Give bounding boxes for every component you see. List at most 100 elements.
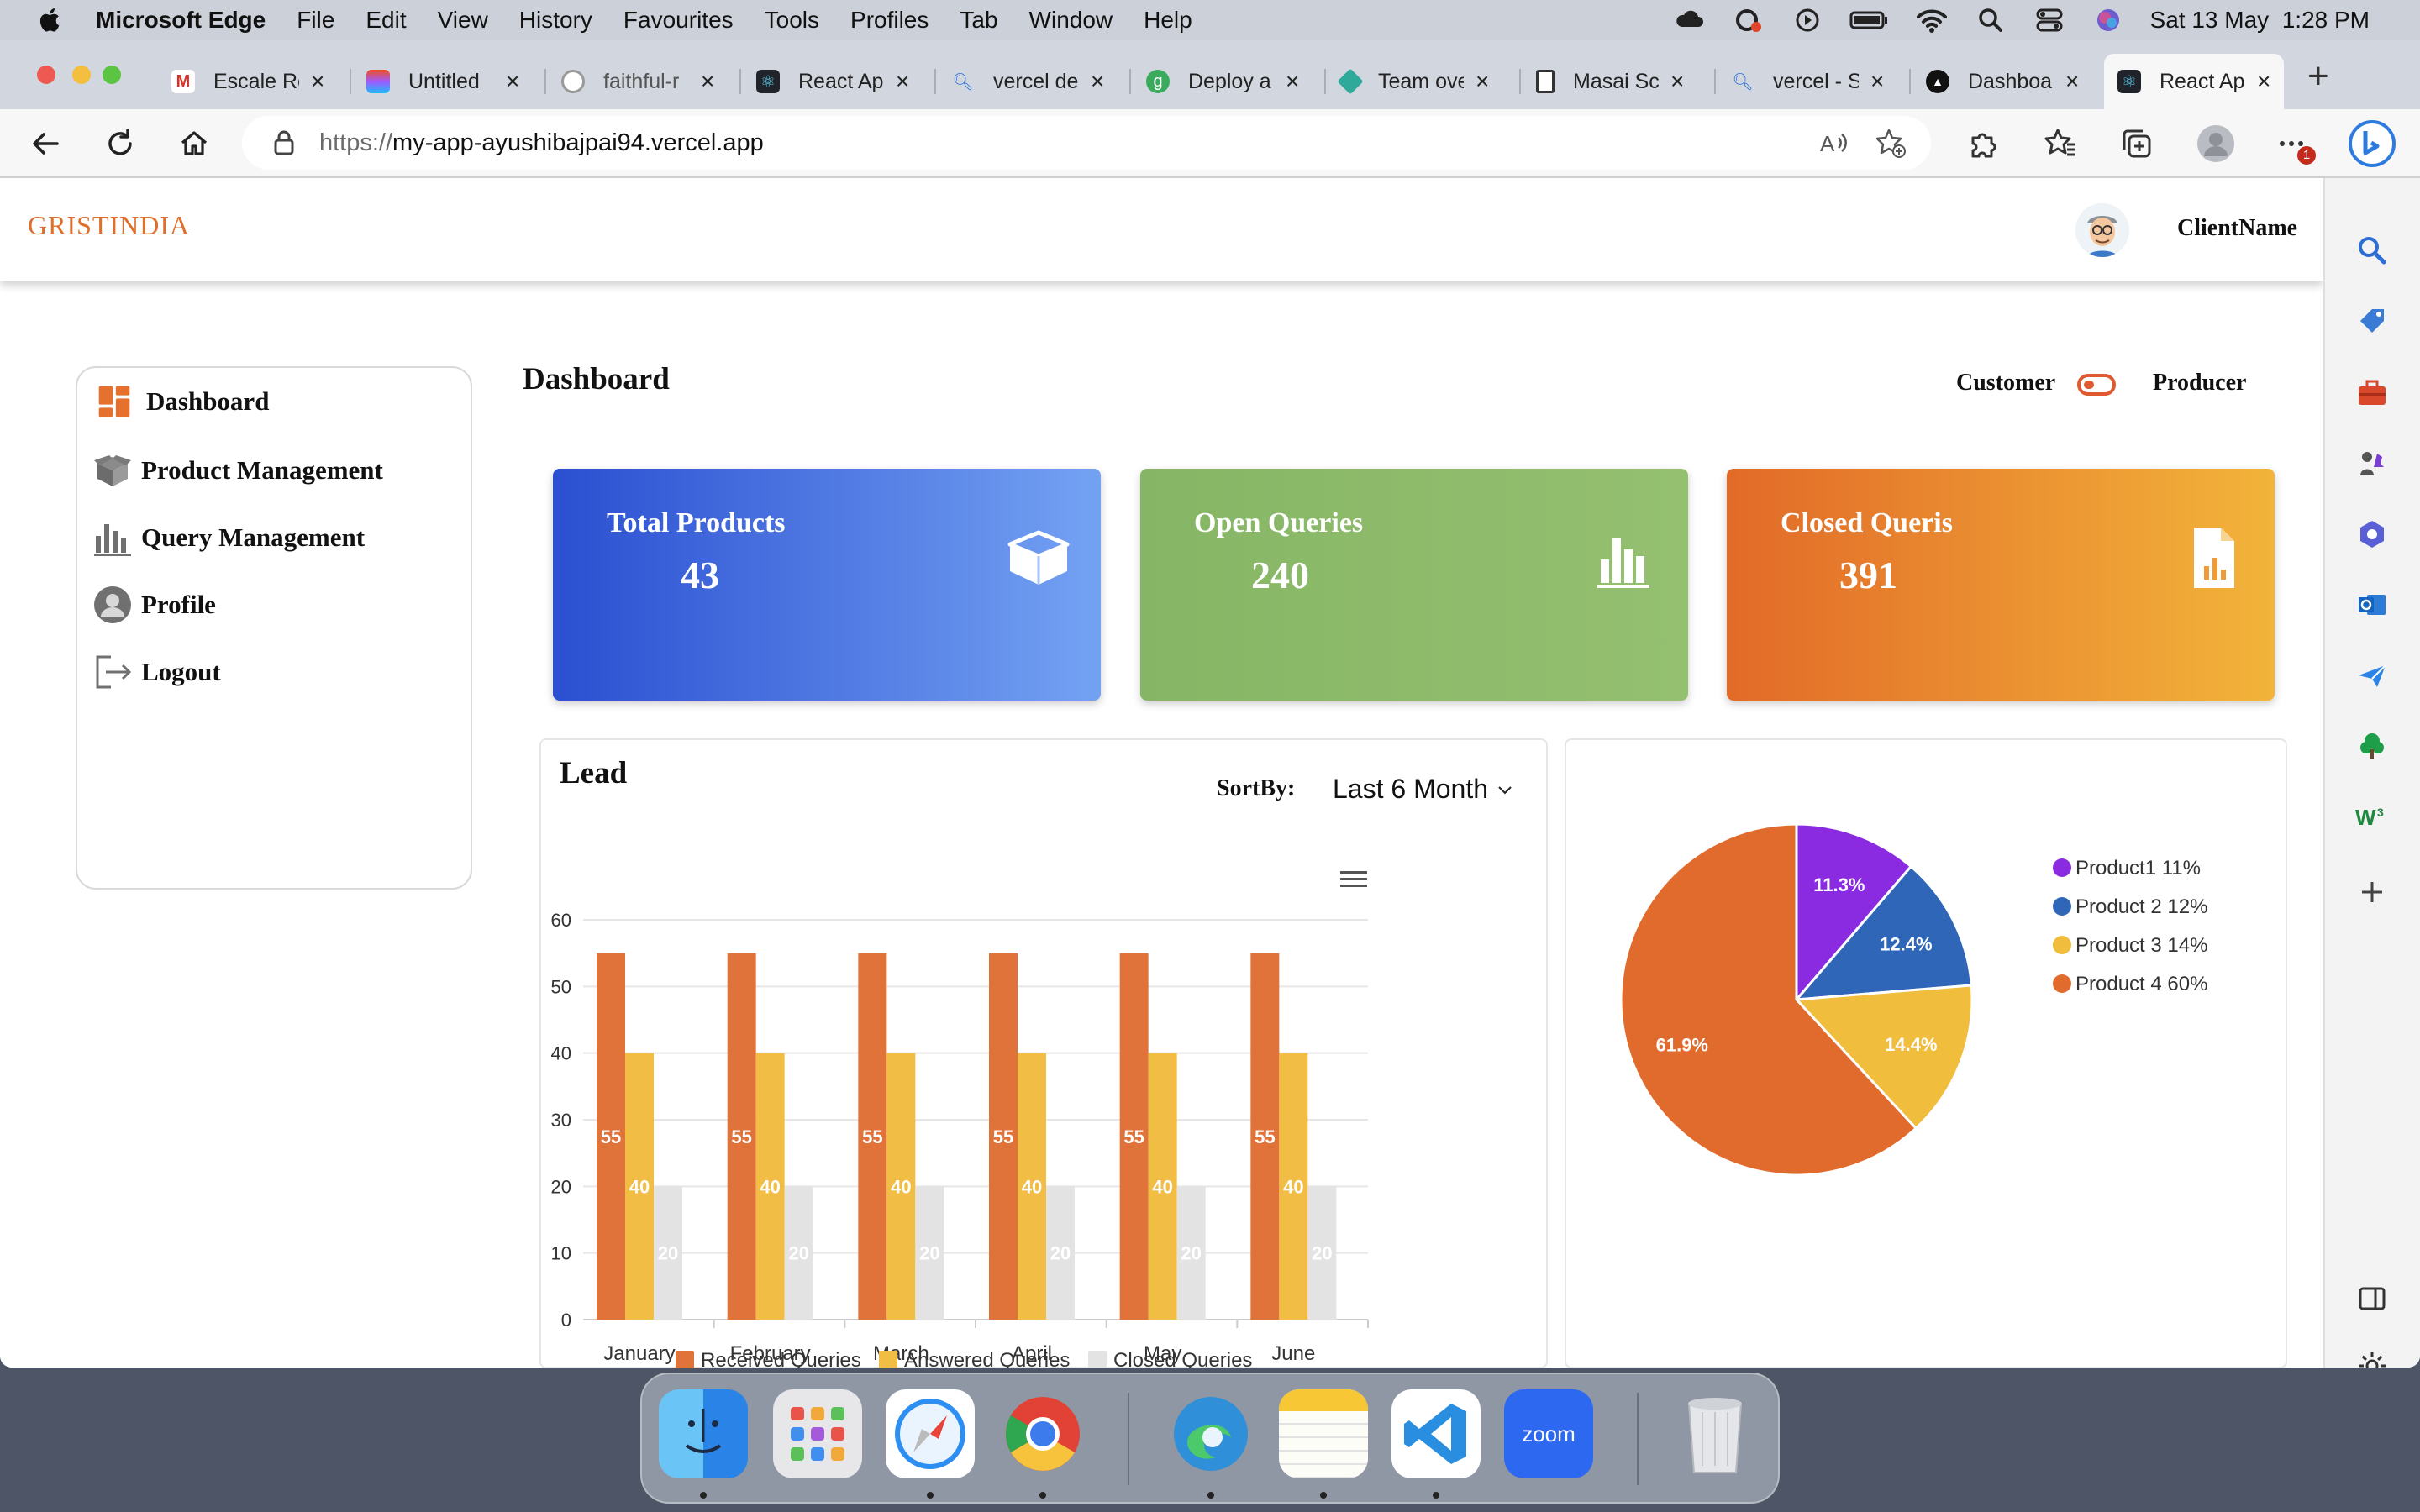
launchpad-icon[interactable] <box>773 1389 862 1478</box>
nav-product-management[interactable]: Product Management <box>92 450 383 491</box>
tools-icon[interactable] <box>2355 376 2389 410</box>
minimize-window-button[interactable] <box>72 66 91 84</box>
outlook-icon[interactable] <box>2355 588 2389 622</box>
tab-react-app-active[interactable]: ⚛ React Ap × <box>2104 54 2285 109</box>
finder-icon[interactable] <box>659 1389 748 1478</box>
profile-avatar-icon[interactable] <box>2196 124 2235 163</box>
closed-queries-card[interactable]: Closed Queris 391 <box>1727 469 2275 701</box>
menu-app-name[interactable]: Microsoft Edge <box>96 7 266 34</box>
url-scheme: https:// <box>319 129 393 156</box>
nav-profile[interactable]: Profile <box>92 585 216 625</box>
menu-history[interactable]: History <box>519 7 592 34</box>
nav-logout[interactable]: Logout <box>92 652 221 692</box>
client-name[interactable]: ClientName <box>2177 215 2297 242</box>
role-customer-label[interactable]: Customer <box>1956 370 2055 396</box>
tab-close-icon[interactable]: × <box>1476 68 1489 95</box>
favourites-icon[interactable] <box>2044 126 2079 161</box>
safari-icon[interactable] <box>886 1389 975 1478</box>
collections-icon[interactable] <box>2119 126 2154 161</box>
tab-close-icon[interactable]: × <box>1670 68 1684 95</box>
creative-cloud-icon[interactable] <box>1732 5 1765 35</box>
games-icon[interactable] <box>2355 447 2389 480</box>
menu-edit[interactable]: Edit <box>366 7 406 34</box>
menu-profiles[interactable]: Profiles <box>850 7 929 34</box>
tab-escale[interactable]: M Escale Re × <box>171 54 324 109</box>
settings-gear-icon[interactable] <box>2355 1349 2389 1368</box>
cloud-icon[interactable] <box>1673 5 1707 35</box>
w3-icon[interactable]: W3 <box>2355 800 2389 833</box>
macos-dock: zoom <box>640 1373 1780 1504</box>
address-bar[interactable]: https://my-app-ayushibajpai94.vercel.app… <box>242 116 1931 170</box>
close-window-button[interactable] <box>37 66 55 84</box>
tab-vercel-search[interactable]: 🔍︎ vercel de × <box>951 54 1104 109</box>
refresh-icon[interactable] <box>103 126 138 161</box>
tab-close-icon[interactable]: × <box>1286 68 1299 95</box>
lock-icon[interactable] <box>272 129 296 156</box>
trash-icon[interactable] <box>1670 1389 1760 1478</box>
bing-chat-icon[interactable] <box>2348 119 2396 168</box>
role-producer-label[interactable]: Producer <box>2153 370 2246 396</box>
nav-query-management[interactable]: Query Management <box>92 517 365 558</box>
tab-close-icon[interactable]: × <box>1091 68 1104 95</box>
total-products-card[interactable]: Total Products 43 <box>553 469 1101 701</box>
split-screen-icon[interactable] <box>2355 1282 2389 1315</box>
role-toggle-switch[interactable] <box>2077 374 2116 396</box>
menubar-clock[interactable]: Sat 13 May 1:28 PM <box>2150 7 2370 34</box>
tab-close-icon[interactable]: × <box>506 68 519 95</box>
read-aloud-icon[interactable]: A <box>1817 126 1850 160</box>
menu-tools[interactable]: Tools <box>765 7 819 34</box>
tab-close-icon[interactable]: × <box>2257 68 2270 95</box>
menu-file[interactable]: File <box>297 7 334 34</box>
notes-icon[interactable] <box>1279 1389 1368 1478</box>
tab-dashboard[interactable]: ▲ Dashboa × <box>1926 54 2079 109</box>
menu-view[interactable]: View <box>438 7 488 34</box>
play-icon[interactable] <box>1791 5 1824 35</box>
edge-icon[interactable] <box>1166 1389 1255 1478</box>
new-tab-button[interactable]: + <box>2307 55 2329 97</box>
tab-separator <box>934 69 936 94</box>
control-center-icon[interactable] <box>2033 5 2066 35</box>
tab-faithful[interactable]: faithful-r × <box>561 54 714 109</box>
zoom-icon[interactable]: zoom <box>1504 1389 1593 1478</box>
menu-help[interactable]: Help <box>1144 7 1192 34</box>
chart-menu-icon[interactable] <box>1340 871 1367 887</box>
shopping-tag-icon[interactable] <box>2355 304 2389 338</box>
tab-deploy[interactable]: g Deploy a × <box>1146 54 1299 109</box>
tab-close-icon[interactable]: × <box>896 68 909 95</box>
send-icon[interactable] <box>2355 659 2389 692</box>
battery-icon[interactable] <box>1849 5 1890 35</box>
tab-close-icon[interactable]: × <box>311 68 324 95</box>
extensions-icon[interactable] <box>1965 126 2000 161</box>
search-icon[interactable] <box>2355 234 2389 267</box>
tab-close-icon[interactable]: × <box>1870 68 1884 95</box>
menu-tab[interactable]: Tab <box>960 7 997 34</box>
microsoft365-icon[interactable] <box>2355 517 2389 551</box>
menu-favourites[interactable]: Favourites <box>623 7 734 34</box>
menu-window[interactable]: Window <box>1029 7 1113 34</box>
spotlight-search-icon[interactable] <box>1974 5 2007 35</box>
nav-dashboard[interactable]: Dashboard <box>92 383 269 420</box>
add-favourite-icon[interactable] <box>1874 126 1907 160</box>
chrome-icon[interactable] <box>998 1389 1087 1478</box>
box-icon <box>94 455 131 486</box>
vscode-icon[interactable] <box>1392 1389 1481 1478</box>
tab-untitled[interactable]: Untitled × <box>366 54 519 109</box>
zoom-window-button[interactable] <box>103 66 121 84</box>
open-queries-card[interactable]: Open Queries 240 <box>1140 469 1688 701</box>
siri-icon[interactable] <box>2091 5 2125 35</box>
tab-team[interactable]: Team ove × <box>1337 54 1489 109</box>
tab-vercel-s[interactable]: 🔍︎ vercel - S × <box>1731 54 1884 109</box>
tab-close-icon[interactable]: × <box>701 68 714 95</box>
apple-icon[interactable] <box>35 5 66 35</box>
tree-icon[interactable] <box>2355 729 2389 763</box>
back-icon[interactable] <box>29 126 64 161</box>
user-avatar[interactable] <box>2075 203 2129 257</box>
add-sidebar-app-icon[interactable] <box>2355 875 2389 909</box>
tab-masai[interactable]: Masai Sc × <box>1536 54 1684 109</box>
brand-logo[interactable]: GRISTINDIA <box>28 210 190 241</box>
tab-react-app[interactable]: ⚛ React Ap × <box>756 54 909 109</box>
tab-close-icon[interactable]: × <box>2065 68 2079 95</box>
home-icon[interactable] <box>176 126 212 161</box>
running-indicator <box>927 1492 934 1499</box>
wifi-icon[interactable] <box>1915 5 1949 35</box>
